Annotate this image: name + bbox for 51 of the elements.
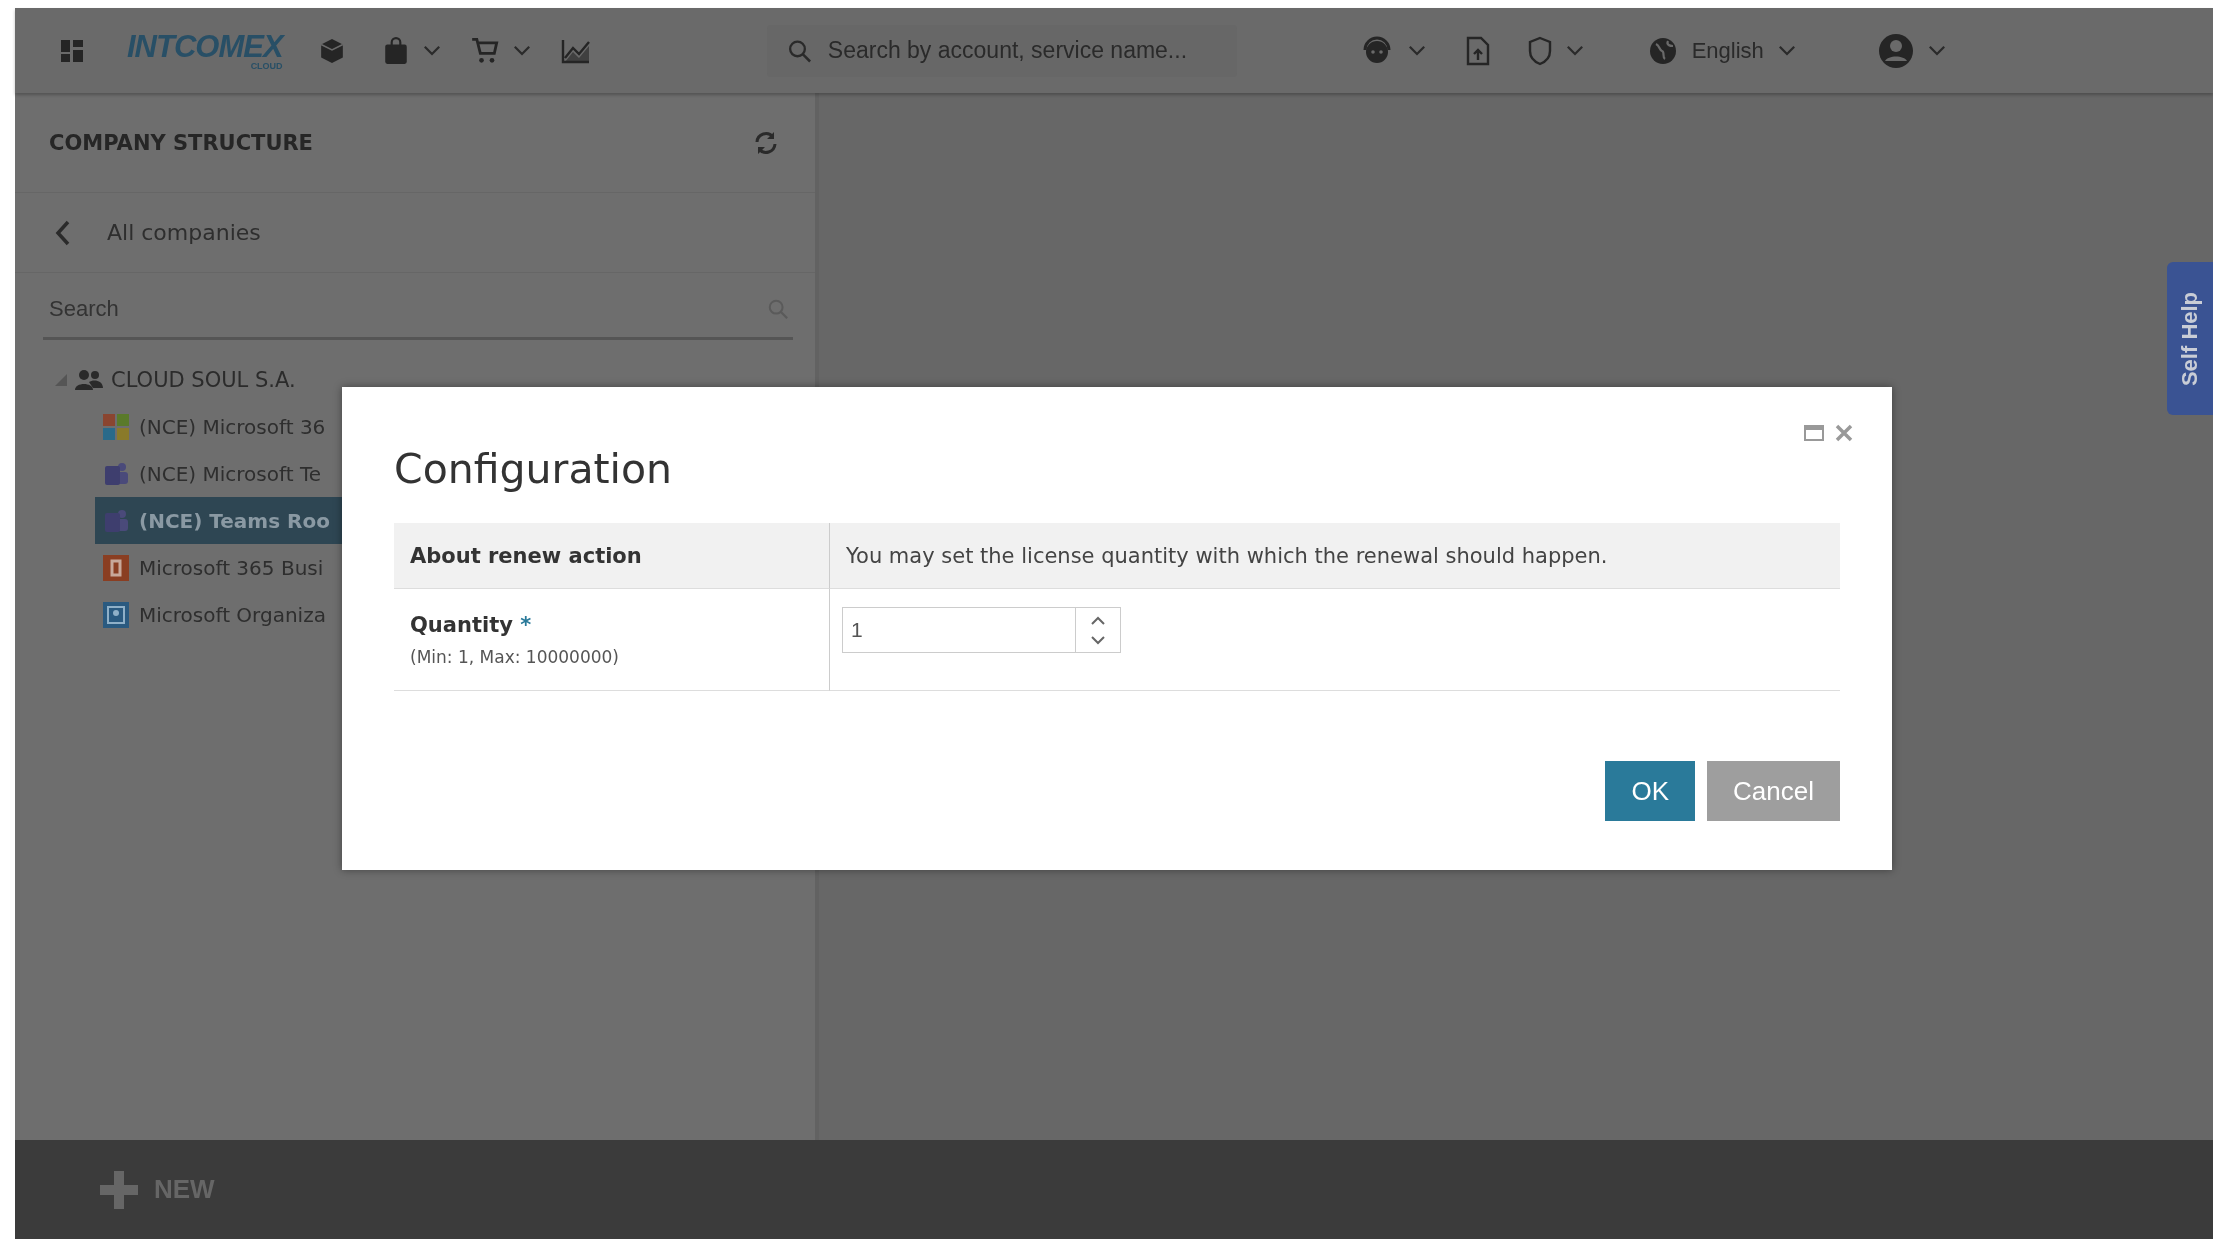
chevron-down-icon: [1927, 45, 1946, 56]
maximize-icon[interactable]: [1804, 425, 1824, 441]
dialog-title: Configuration: [394, 445, 674, 493]
language-selector[interactable]: English: [1647, 35, 1796, 66]
user-menu-button[interactable]: [1877, 32, 1946, 69]
chevron-down-icon: [1407, 45, 1426, 56]
cart-menu-button[interactable]: [470, 36, 531, 65]
self-help-tab[interactable]: Self Help: [2167, 262, 2213, 415]
cube-icon[interactable]: [318, 37, 345, 64]
plus-icon: [100, 1170, 138, 1209]
chevron-down-icon: [512, 45, 531, 56]
support-menu-button[interactable]: [1361, 35, 1426, 66]
line-chart-icon[interactable]: [560, 37, 591, 64]
four-squares-icon: [103, 413, 129, 440]
field-label: Quantity: [410, 612, 513, 637]
tree-item[interactable]: (NCE) Microsoft Te: [95, 450, 365, 497]
search-input[interactable]: Search: [47, 295, 339, 323]
chevron-down-icon: [422, 45, 441, 56]
org-chart-icon: [103, 601, 129, 628]
office-logo-icon: [103, 554, 129, 581]
close-icon[interactable]: [1834, 423, 1854, 443]
file-upload-icon[interactable]: [1465, 35, 1490, 66]
user-account-icon: [1877, 32, 1914, 69]
team-logo-icon: [103, 507, 129, 534]
team-logo-icon: [103, 460, 129, 487]
required-asterisk: *: [519, 612, 532, 637]
tree-node-label[interactable]: CLOUD SOUL S.A.: [111, 367, 296, 392]
panel-title: COMPANY STRUCTURE: [49, 130, 313, 155]
people-icon: [75, 367, 103, 392]
refresh-icon[interactable]: [753, 129, 779, 156]
cancel-button[interactable]: Cancel: [1707, 761, 1840, 821]
field-hint: (Min: 1, Max: 10000000): [410, 646, 620, 667]
ok-button[interactable]: OK: [1605, 761, 1696, 821]
cart-icon: [470, 36, 499, 65]
chevron-left-icon: [55, 219, 71, 246]
shield-menu-button[interactable]: [1527, 35, 1584, 66]
chevron-down-icon: [1565, 45, 1584, 56]
shopping-bag-menu-button[interactable]: [382, 36, 441, 65]
shield-icon: [1527, 35, 1552, 66]
shopping-bag-icon: [382, 36, 409, 65]
row-label: About renew action: [410, 543, 643, 568]
tree-item[interactable]: (NCE) Microsoft 36: [95, 403, 365, 450]
globe-icon: [1647, 35, 1678, 66]
chevron-down-icon: [1777, 45, 1796, 56]
sidebar-search-field[interactable]: Search: [43, 281, 793, 340]
info-text: You may set the license quantity with which the renewal should happen.: [846, 543, 1609, 568]
apps-grid-icon[interactable]: [61, 39, 83, 62]
search-input[interactable]: Search by account, service name...: [825, 36, 1217, 65]
back-link[interactable]: All companies: [15, 193, 815, 273]
brand-logo[interactable]: INTCOMEX CLOUD: [127, 30, 283, 71]
quantity-spinner[interactable]: 1: [842, 607, 1121, 653]
